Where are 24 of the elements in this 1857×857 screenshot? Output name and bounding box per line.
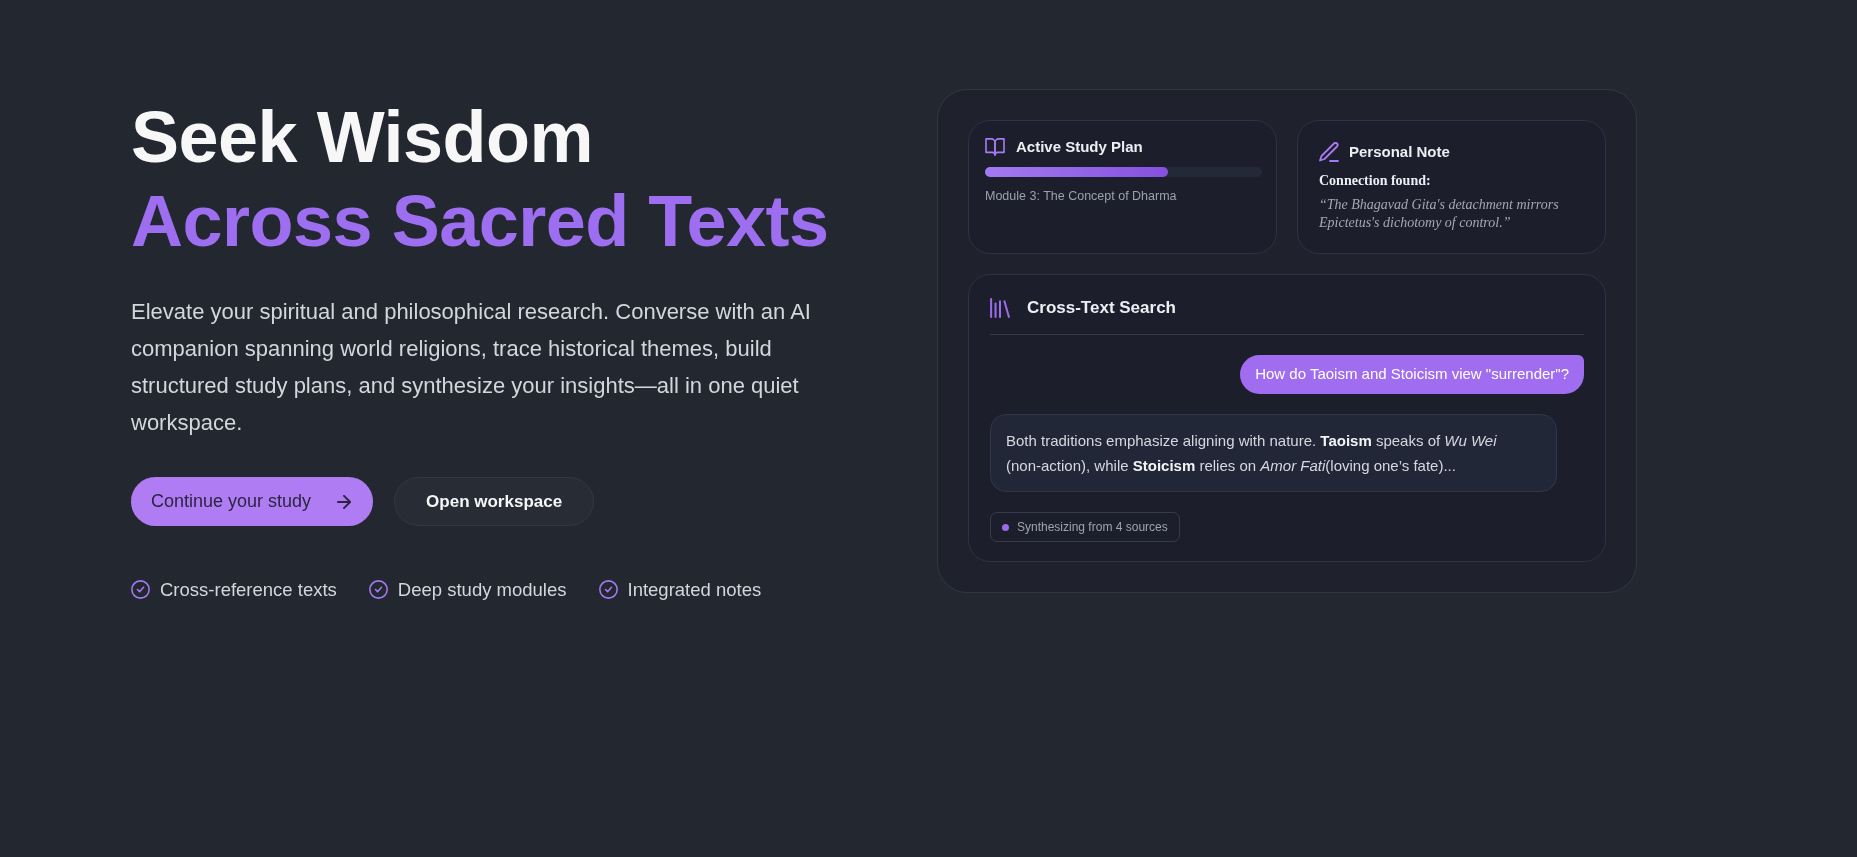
check-circle-icon (131, 580, 150, 600)
headline: Seek Wisdom (131, 96, 593, 179)
secondary-button[interactable]: Open workspace (394, 477, 595, 526)
assistant-message: Both traditions emphasize aligning with nature. Taoism speaks of Wu Wei (non-action), while Stoicism relies on Amor Fati(loving one’s fate)... (990, 414, 1557, 492)
card-title: Personal Note (1349, 141, 1450, 162)
user-message: How do Taoism and Stoicism view "surrender"? (1240, 355, 1584, 394)
feature-label: Cross-reference texts (160, 578, 337, 602)
check-circle-icon (598, 580, 618, 600)
pen-icon (1319, 142, 1339, 162)
card-title: Cross-Text Search (1027, 297, 1176, 320)
library-icon (990, 298, 1010, 318)
book-icon (985, 138, 1005, 156)
check-circle-icon (368, 580, 388, 600)
primary-button[interactable]: Continue your study (131, 477, 374, 526)
feature-label: Deep study modules (397, 578, 567, 602)
note-quote: “The Bhagavad Gita's detachment mirrors Epictetus's dichotomy of control.” (1319, 196, 1560, 231)
card-title: Active Study Plan (1016, 136, 1143, 157)
hero-description: Elevate your spiritual and philosophical research. Converse with an AI companion spanning world religions, trace historical themes, build structured study plans, and synthesize your insights—all in one quiet workspace. (131, 298, 812, 437)
feature-label: Integrated notes (627, 578, 762, 602)
module-label: Module 3: The Concept of Dharma (985, 188, 1178, 204)
note-label: Connection found: (1319, 172, 1432, 190)
arrow-right-icon (337, 494, 352, 509)
status-text: Synthesizing from 4 sources (1017, 519, 1168, 536)
headline-highlight: Across Sacred Texts (131, 180, 829, 263)
